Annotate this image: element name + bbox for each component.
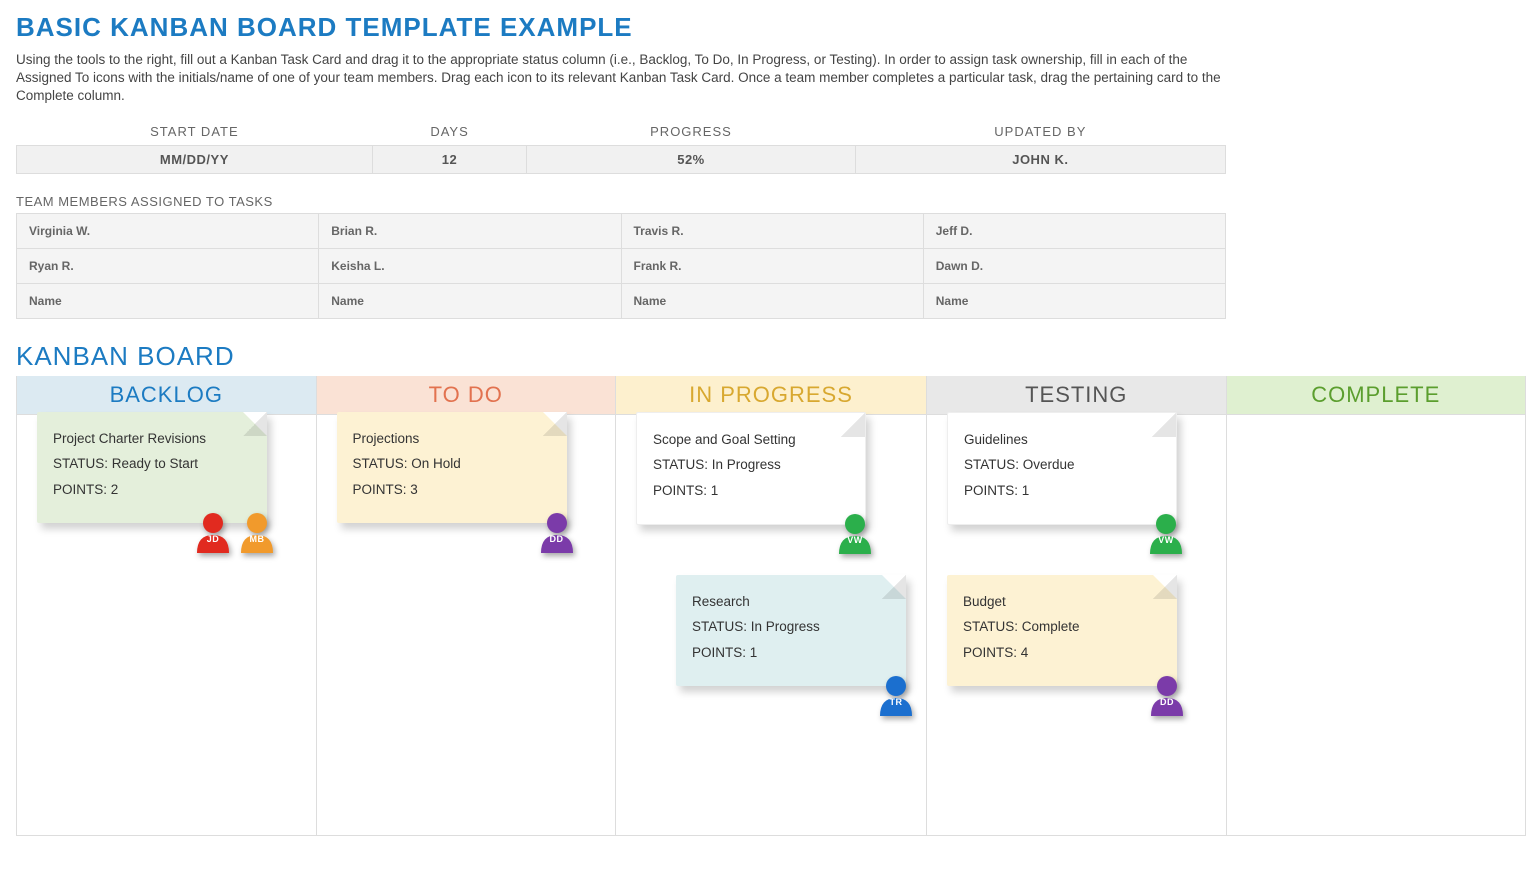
card-status: STATUS: Ready to Start — [53, 451, 251, 477]
card-points: POINTS: 1 — [964, 478, 1160, 504]
team-cell: Frank R. — [621, 248, 923, 283]
table-row: Name Name Name Name — [17, 283, 1226, 318]
card-status: STATUS: In Progress — [653, 452, 849, 478]
assignee-initials: MB — [250, 531, 265, 548]
table-row: Ryan R. Keisha L. Frank R. Dawn D. — [17, 248, 1226, 283]
kanban-card[interactable]: Scope and Goal Setting STATUS: In Progre… — [636, 412, 866, 525]
card-points: POINTS: 1 — [653, 478, 849, 504]
kanban-card[interactable]: Projections STATUS: On Hold POINTS: 3 DD — [337, 412, 567, 523]
card-points: POINTS: 2 — [53, 477, 251, 503]
assignee-initials: DD — [550, 531, 564, 548]
assignee-icon[interactable]: TR — [876, 674, 916, 716]
card-fold-icon — [841, 413, 865, 437]
assignee-initials: JD — [207, 531, 220, 548]
kanban-title: KANBAN BOARD — [16, 341, 1521, 372]
card-title: Budget — [963, 589, 1161, 615]
column-in-progress[interactable]: IN PROGRESS Scope and Goal Setting STATU… — [616, 376, 927, 836]
card-title: Scope and Goal Setting — [653, 427, 849, 453]
team-cell: Dawn D. — [923, 248, 1225, 283]
card-title: Projections — [353, 426, 551, 452]
team-cell: Ryan R. — [17, 248, 319, 283]
card-title: Project Charter Revisions — [53, 426, 251, 452]
assignee-icon[interactable]: DD — [1147, 674, 1187, 716]
assignee-initials: TR — [890, 694, 903, 711]
team-cell: Name — [319, 283, 621, 318]
summary-header-start: START DATE — [17, 120, 373, 146]
assignee-icon[interactable]: JD — [193, 511, 233, 553]
team-cell: Jeff D. — [923, 213, 1225, 248]
team-cell: Keisha L. — [319, 248, 621, 283]
team-cell: Travis R. — [621, 213, 923, 248]
team-members-table: Virginia W. Brian R. Travis R. Jeff D. R… — [16, 213, 1226, 319]
card-fold-icon — [882, 575, 906, 599]
column-todo[interactable]: TO DO Projections STATUS: On Hold POINTS… — [317, 376, 617, 836]
summary-value-progress: 52% — [527, 145, 855, 173]
assignee-initials: VW — [1158, 532, 1174, 549]
summary-header-updated: UPDATED BY — [855, 120, 1225, 146]
card-status: STATUS: On Hold — [353, 451, 551, 477]
card-points: POINTS: 4 — [963, 640, 1161, 666]
column-header-todo: TO DO — [317, 376, 616, 415]
assignee-initials: DD — [1160, 694, 1174, 711]
summary-value-updated: JOHN K. — [855, 145, 1225, 173]
assignee-icon[interactable]: VW — [1146, 512, 1186, 554]
card-fold-icon — [1152, 413, 1176, 437]
assignee-initials: VW — [847, 532, 863, 549]
card-status: STATUS: In Progress — [692, 614, 890, 640]
card-fold-icon — [243, 412, 267, 436]
kanban-card[interactable]: Budget STATUS: Complete POINTS: 4 DD — [947, 575, 1177, 686]
assignee-icon[interactable]: VW — [835, 512, 875, 554]
card-title: Guidelines — [964, 427, 1160, 453]
team-cell: Brian R. — [319, 213, 621, 248]
assignee-icon[interactable]: MB — [237, 511, 277, 553]
team-cell: Name — [621, 283, 923, 318]
team-cell: Virginia W. — [17, 213, 319, 248]
assignee-icon[interactable]: DD — [537, 511, 577, 553]
summary-header-progress: PROGRESS — [527, 120, 855, 146]
column-header-complete: COMPLETE — [1227, 376, 1526, 415]
column-header-testing: TESTING — [927, 376, 1226, 415]
summary-value-start: MM/DD/YY — [17, 145, 373, 173]
table-row: Virginia W. Brian R. Travis R. Jeff D. — [17, 213, 1226, 248]
column-backlog[interactable]: BACKLOG Project Charter Revisions STATUS… — [16, 376, 317, 836]
column-header-backlog: BACKLOG — [17, 376, 316, 415]
column-testing[interactable]: TESTING Guidelines STATUS: Overdue POINT… — [927, 376, 1227, 836]
team-cell: Name — [923, 283, 1225, 318]
card-points: POINTS: 3 — [353, 477, 551, 503]
team-cell: Name — [17, 283, 319, 318]
card-points: POINTS: 1 — [692, 640, 890, 666]
summary-header-days: DAYS — [372, 120, 527, 146]
card-title: Research — [692, 589, 890, 615]
intro-text: Using the tools to the right, fill out a… — [16, 51, 1226, 106]
page-title: BASIC KANBAN BOARD TEMPLATE EXAMPLE — [16, 12, 1521, 43]
card-status: STATUS: Overdue — [964, 452, 1160, 478]
card-fold-icon — [1153, 575, 1177, 599]
card-fold-icon — [543, 412, 567, 436]
kanban-card[interactable]: Research STATUS: In Progress POINTS: 1 T… — [676, 575, 906, 686]
kanban-board: BACKLOG Project Charter Revisions STATUS… — [16, 376, 1526, 836]
column-complete[interactable]: COMPLETE — [1227, 376, 1527, 836]
team-members-title: TEAM MEMBERS ASSIGNED TO TASKS — [16, 194, 1521, 209]
card-status: STATUS: Complete — [963, 614, 1161, 640]
column-header-in-progress: IN PROGRESS — [616, 376, 926, 415]
summary-table: START DATE DAYS PROGRESS UPDATED BY MM/D… — [16, 120, 1226, 174]
summary-value-days: 12 — [372, 145, 527, 173]
kanban-card[interactable]: Project Charter Revisions STATUS: Ready … — [37, 412, 267, 523]
kanban-card[interactable]: Guidelines STATUS: Overdue POINTS: 1 VW — [947, 412, 1177, 525]
